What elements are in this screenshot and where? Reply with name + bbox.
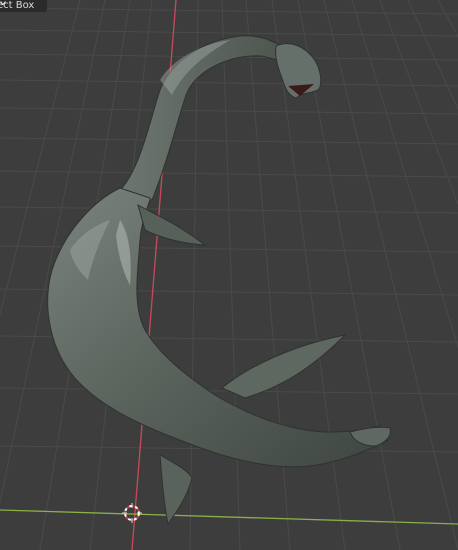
3d-viewport[interactable]: ect Box bbox=[0, 0, 458, 550]
select-mode-dropdown[interactable]: ect Box bbox=[0, 0, 48, 12]
x-axis-line bbox=[0, 509, 458, 525]
model-bottom-fin bbox=[159, 454, 193, 526]
chevron-down-icon bbox=[0, 1, 43, 9]
viewport-canvas[interactable] bbox=[0, 0, 458, 550]
model-neck bbox=[119, 35, 302, 201]
model-back-fin bbox=[221, 334, 347, 399]
3d-cursor-icon[interactable] bbox=[122, 503, 142, 523]
